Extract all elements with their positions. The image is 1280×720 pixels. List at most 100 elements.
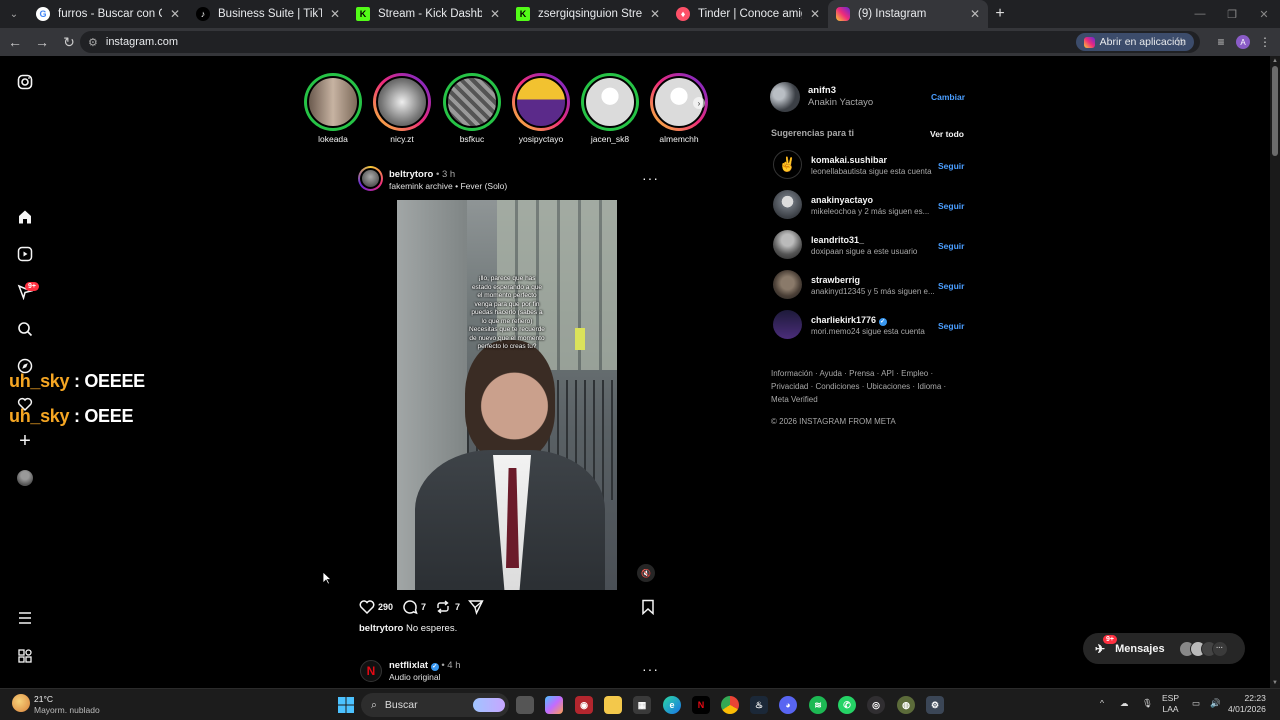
tab-kick-dashboard[interactable]: K Stream - Kick Dashboard ✕	[348, 0, 508, 28]
follow-button[interactable]: Seguir	[938, 241, 964, 251]
search-icon[interactable]	[16, 320, 34, 338]
taskbar-search[interactable]: ⌕ Buscar	[361, 693, 509, 717]
maximize-icon[interactable]: ❐	[1216, 0, 1248, 28]
weather-desc[interactable]: Mayorm. nublado	[34, 705, 100, 715]
mic-tray-icon[interactable]: 🎙	[1142, 698, 1153, 709]
suggestion-avatar[interactable]: ✌	[773, 150, 802, 179]
reels-icon[interactable]	[16, 245, 34, 263]
close-icon[interactable]: ✕	[970, 7, 980, 21]
current-user-avatar[interactable]	[770, 82, 800, 112]
netflix-icon[interactable]: N	[692, 696, 710, 714]
see-all-link[interactable]: Ver todo	[930, 129, 964, 139]
post-audio[interactable]: fakemink archive • Fever (Solo)	[389, 181, 507, 191]
tab-tinder[interactable]: ♦ Tinder | Conoce amigos y gente ✕	[668, 0, 828, 28]
like-count[interactable]: 290	[378, 602, 393, 612]
menu-icon[interactable]	[16, 609, 34, 627]
story-item[interactable]: jacen_sk8	[581, 73, 639, 144]
menu-dots-icon[interactable]: ⋮	[1254, 30, 1276, 54]
next-post-username[interactable]: netflixlat	[389, 660, 428, 671]
network-tray-icon[interactable]: ☁	[1120, 698, 1129, 709]
app-green-icon[interactable]: ◍	[897, 696, 915, 714]
post-username[interactable]: beltrytoro	[389, 169, 433, 180]
scrollbar-thumb[interactable]	[1272, 66, 1278, 156]
more-apps-icon[interactable]	[16, 647, 34, 665]
suggestion-username[interactable]: leandrito31_	[811, 235, 864, 245]
scroll-up-icon[interactable]: ▲	[1272, 58, 1278, 64]
app-red-icon[interactable]: ◉	[575, 696, 593, 714]
close-icon[interactable]: ✕	[810, 7, 820, 21]
copilot-icon[interactable]	[545, 696, 563, 714]
page-scrollbar[interactable]: ▲ ▼	[1270, 56, 1280, 688]
suggestion-username[interactable]: komakai.sushibar	[811, 155, 887, 165]
current-username[interactable]: anifn3	[808, 85, 836, 96]
spotify-icon[interactable]: ≋	[809, 696, 827, 714]
like-icon[interactable]	[359, 599, 375, 619]
mute-icon[interactable]: 🔇	[637, 564, 655, 582]
footer-line[interactable]: Privacidad · Condiciones · Ubicaciones ·…	[771, 380, 971, 393]
more-options-icon[interactable]: ···	[642, 661, 659, 677]
follow-button[interactable]: Seguir	[938, 281, 964, 291]
suggestion-avatar[interactable]	[773, 310, 802, 339]
suggestion-avatar[interactable]	[773, 190, 802, 219]
settings-icon[interactable]: ⚙	[926, 696, 944, 714]
weather-temp[interactable]: 21°C	[34, 694, 53, 704]
suggestion-username[interactable]: strawberrig	[811, 275, 860, 285]
post-media[interactable]: ¡llo, parece que has estado esperando a …	[351, 200, 663, 590]
windows-start-icon[interactable]	[337, 696, 355, 714]
story-item[interactable]: bsfkuc	[443, 73, 501, 144]
chrome-icon[interactable]	[721, 696, 739, 714]
stories-next-icon[interactable]: ›	[693, 97, 705, 109]
file-explorer-icon[interactable]	[604, 696, 622, 714]
site-info-icon[interactable]: ⚙	[88, 36, 98, 49]
obs-icon[interactable]: ◎	[867, 696, 885, 714]
repost-icon[interactable]	[435, 599, 451, 620]
weather-icon[interactable]	[12, 694, 30, 712]
close-icon[interactable]: ✕	[170, 7, 180, 21]
media-controls-icon[interactable]: ≡	[1210, 30, 1232, 54]
minimize-icon[interactable]: —	[1184, 0, 1216, 28]
messages-button[interactable]: ✈ 9+ Mensajes ···	[1083, 633, 1245, 664]
scroll-down-icon[interactable]: ▼	[1272, 680, 1278, 686]
forward-icon[interactable]: →	[30, 30, 54, 54]
back-icon[interactable]: ←	[3, 30, 27, 54]
caption-username[interactable]: beltrytoro	[359, 623, 403, 634]
home-icon[interactable]	[16, 208, 34, 226]
suggestion-username[interactable]: anakinyactayo	[811, 195, 873, 205]
story-item[interactable]: lokeada	[304, 73, 362, 144]
tab-tiktok[interactable]: ♪ Business Suite | TikTok ✕	[188, 0, 348, 28]
tab-search-icon[interactable]: ⌄	[0, 0, 28, 28]
more-options-icon[interactable]: ···	[642, 170, 659, 186]
edge-icon[interactable]: e	[663, 696, 681, 714]
star-icon[interactable]: ☆	[1170, 30, 1192, 54]
display-tray-icon[interactable]: ▭	[1192, 698, 1200, 709]
share-icon[interactable]	[467, 599, 484, 620]
story-item[interactable]: nicy.zt	[373, 73, 431, 144]
close-icon[interactable]: ✕	[650, 7, 660, 21]
footer-line[interactable]: Información · Ayuda · Prensa · API · Emp…	[771, 367, 971, 380]
profile-avatar[interactable]: A	[1236, 35, 1250, 49]
video-player[interactable]: ¡llo, parece que has estado esperando a …	[397, 200, 617, 590]
instagram-logo-icon[interactable]	[16, 73, 34, 91]
close-icon[interactable]: ✕	[330, 7, 340, 21]
follow-button[interactable]: Seguir	[938, 161, 964, 171]
follow-button[interactable]: Seguir	[938, 321, 964, 331]
language-indicator[interactable]: ESP LAA	[1162, 693, 1179, 715]
close-icon[interactable]: ✕	[490, 7, 500, 21]
whatsapp-icon[interactable]: ✆	[838, 696, 856, 714]
reload-icon[interactable]: ↻	[57, 30, 81, 54]
profile-avatar[interactable]	[16, 469, 34, 487]
switch-account-link[interactable]: Cambiar	[931, 92, 965, 102]
next-post-avatar[interactable]: N	[360, 660, 382, 682]
tab-kick-stream[interactable]: K zsergiqsinguion Stream - Watch ✕	[508, 0, 668, 28]
discord-icon[interactable]: ◕	[779, 696, 797, 714]
comment-icon[interactable]	[402, 599, 418, 620]
clock[interactable]: 22:23 4/01/2026	[1228, 693, 1266, 715]
tab-google[interactable]: G furros - Buscar con Google ✕	[28, 0, 188, 28]
tab-instagram[interactable]: (9) Instagram ✕	[828, 0, 988, 28]
store-icon[interactable]: ▦	[633, 696, 651, 714]
footer-line[interactable]: Meta Verified	[771, 393, 971, 406]
post-author-avatar[interactable]	[358, 166, 383, 191]
next-post-audio[interactable]: Audio original	[389, 672, 441, 682]
close-window-icon[interactable]: ✕	[1248, 0, 1280, 28]
suggestion-avatar[interactable]	[773, 230, 802, 259]
